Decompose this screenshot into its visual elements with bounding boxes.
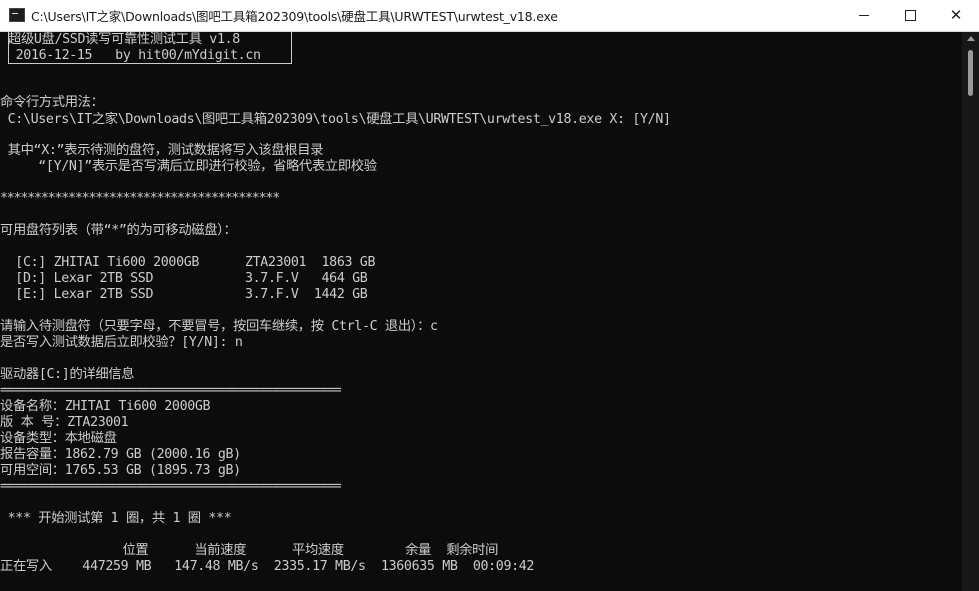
drive-prompt: 请输入待测盘符（只要字母，不要冒号，按回车继续，按 Ctrl-C 退出）：c (0, 319, 438, 334)
device-name: 设备名称：ZHITAI Ti600 2000GB (0, 399, 211, 414)
device-version: 版 本 号：ZTA23001 (0, 415, 129, 430)
minimize-icon (859, 15, 869, 16)
separator-stars: ****************************************… (0, 191, 280, 206)
verify-prompt: 是否写入测试数据后立即校验？[Y/N]: n (0, 335, 243, 350)
test-round-banner: *** 开始测试第 1 圈，共 1 圈 *** (0, 511, 232, 526)
close-icon: ✕ (949, 6, 963, 24)
console-window: C:\Users\IT之家\Downloads\图吧工具箱202309\tool… (0, 0, 979, 591)
close-button[interactable]: ✕ (933, 0, 979, 31)
drive-details-heading: 驱动器[C:]的详细信息 (0, 367, 135, 382)
usage-note-verify: “[Y/N]”表示是否写满后立即进行校验，省略代表立即校验 (0, 159, 377, 174)
maximize-button[interactable] (887, 0, 933, 31)
drive-list-item: [C:] ZHITAI Ti600 2000GB ZTA23001 1863 G… (0, 255, 376, 270)
separator-equals: ========================================… (0, 383, 341, 398)
maximize-icon (904, 10, 916, 21)
title-bar[interactable]: C:\Users\IT之家\Downloads\图吧工具箱202309\tool… (0, 0, 979, 32)
drive-list-item: [D:] Lexar 2TB SSD 3.7.F.V 464 GB (0, 271, 368, 286)
drive-list-item: [E:] Lexar 2TB SSD 3.7.F.V 1442 GB (0, 287, 368, 302)
reported-capacity: 报告容量：1862.79 GB (2000.16 gB) (0, 447, 241, 462)
usage-note-drive: 其中“X:”表示待测的盘符，测试数据将写入该盘根目录 (0, 143, 324, 158)
separator-equals: ========================================… (0, 479, 341, 494)
minimize-button[interactable] (841, 0, 887, 31)
vertical-scrollbar[interactable] (962, 32, 979, 591)
window-title: C:\Users\IT之家\Downloads\图吧工具箱202309\tool… (31, 9, 558, 24)
device-type: 设备类型：本地磁盘 (0, 431, 117, 446)
free-space: 可用空间：1765.53 GB (1895.73 gB) (0, 463, 241, 478)
usage-command: C:\Users\IT之家\Downloads\图吧工具箱202309\tool… (0, 112, 671, 127)
console-app-icon[interactable] (9, 8, 25, 22)
progress-header: 位置 当前速度 平均速度 余量 剩余时间 (0, 543, 499, 558)
progress-status: 正在写入 447259 MB 147.48 MB/s 2335.17 MB/s … (0, 559, 535, 574)
scroll-up-icon[interactable] (967, 36, 975, 41)
usage-heading: 命令行方式用法： (0, 95, 104, 110)
scroll-thumb[interactable] (968, 50, 973, 96)
console-output[interactable]: 超级U盘/SSD读写可靠性测试工具 v1.8 2016-12-15 by hit… (0, 32, 962, 591)
banner-frame (8, 32, 292, 64)
drive-list-heading: 可用盘符列表（带“*”的为可移动磁盘）： (0, 223, 237, 238)
